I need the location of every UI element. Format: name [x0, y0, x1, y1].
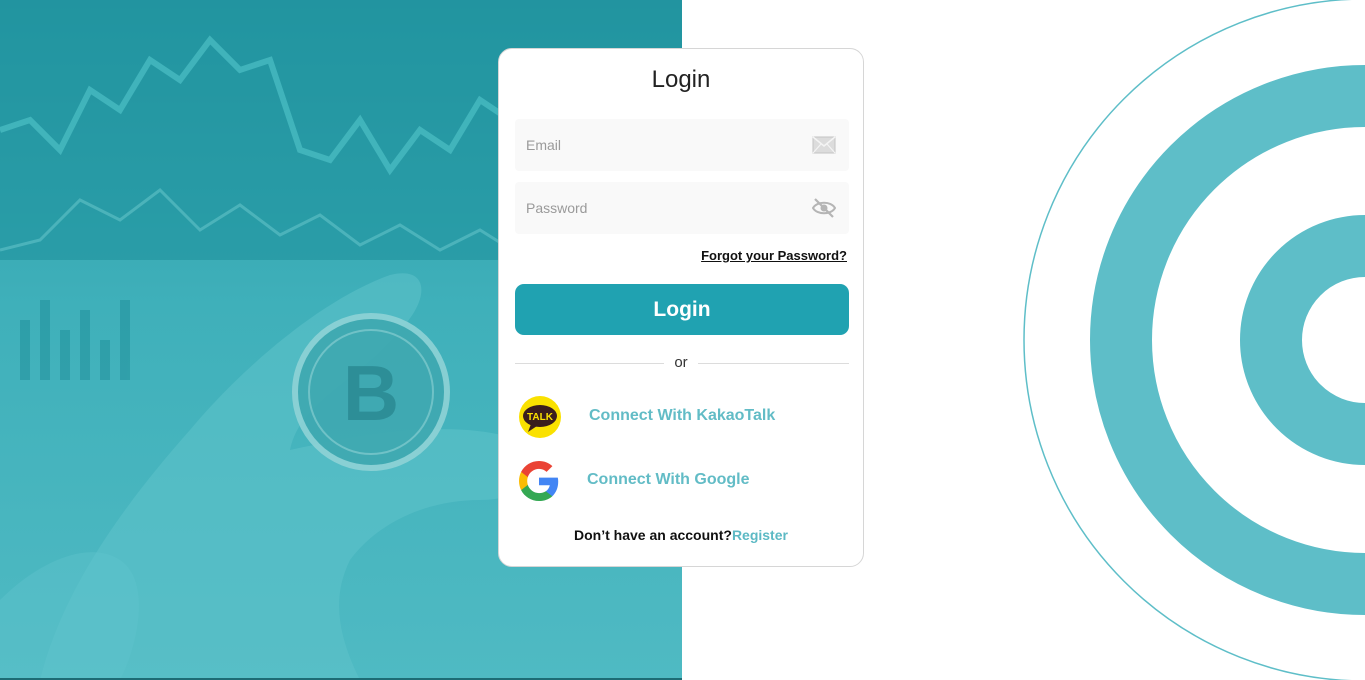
kakaotalk-connect-label: Connect With KakaoTalk [589, 407, 776, 424]
google-connect-button[interactable]: Connect With Google [515, 459, 815, 503]
login-button[interactable]: Login [515, 284, 849, 335]
kakaotalk-logo-text: TALK [527, 412, 554, 423]
svg-text:B: B [343, 349, 399, 437]
login-title: Login [651, 66, 711, 93]
password-input[interactable] [515, 182, 806, 234]
email-input[interactable] [515, 119, 806, 171]
email-field-container [515, 119, 849, 171]
eye-slash-icon[interactable] [811, 198, 837, 218]
kakaotalk-logo-icon: TALK [515, 395, 565, 439]
login-card: Login Forgot your Password? Login or [498, 48, 864, 567]
or-label: or [664, 354, 698, 371]
or-divider: or [499, 354, 863, 372]
google-connect-label: Connect With Google [587, 471, 750, 488]
envelope-icon [812, 135, 836, 155]
register-link[interactable]: Register [732, 527, 788, 543]
register-prompt: Don’t have an account?Register [499, 527, 863, 543]
forgot-password-link[interactable]: Forgot your Password? [701, 248, 847, 263]
google-logo-icon [515, 459, 565, 503]
password-field-container [515, 182, 849, 234]
register-prompt-text: Don’t have an account? [574, 527, 732, 543]
kakaotalk-connect-button[interactable]: TALK Connect With KakaoTalk [515, 395, 815, 439]
